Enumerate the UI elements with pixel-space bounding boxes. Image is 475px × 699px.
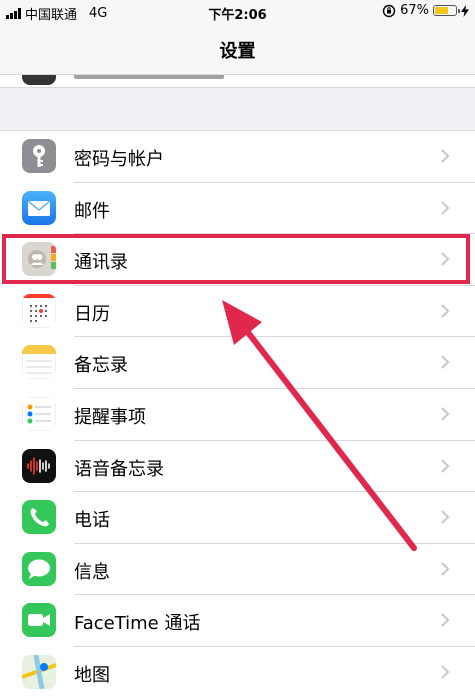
settings-row-label: 密码与帐户 (74, 149, 164, 170)
battery-icon (433, 5, 460, 16)
status-right: 67% (382, 3, 469, 18)
settings-row-contacts[interactable]: 通讯录 (0, 234, 475, 286)
partial-app-icon (22, 75, 56, 85)
facetime-icon (22, 603, 56, 638)
phone-icon (22, 500, 56, 535)
calendar-icon (22, 293, 56, 328)
settings-row-label: 备忘录 (74, 355, 128, 377)
settings-row-label: 提醒事项 (74, 406, 146, 428)
chevron-right-icon (441, 149, 450, 163)
settings-row-messages[interactable]: 信息 (0, 544, 475, 596)
settings-row-label: 地图 (74, 664, 110, 686)
chevron-right-icon (441, 304, 450, 318)
partial-row-label (74, 75, 224, 79)
settings-row-calendar[interactable]: 日历 (0, 286, 475, 338)
settings-row-notes[interactable]: 备忘录 (0, 337, 475, 389)
voice-memos-icon (22, 448, 56, 483)
settings-row-label: 语音备忘录 (74, 458, 164, 480)
chevron-right-icon (441, 665, 450, 679)
settings-row-label: FaceTime 通话 (74, 613, 201, 635)
chevron-right-icon (441, 562, 450, 576)
settings-list: 密码与帐户邮件通讯录日历备忘录提醒事项语音备忘录电话信息 FaceTime 通话地… (0, 130, 475, 699)
status-bar: 中国联通 4G 下午2:06 67% (0, 0, 475, 26)
settings-row-mail[interactable]: 邮件 (0, 183, 475, 235)
settings-row-key[interactable]: 密码与帐户 (0, 131, 475, 183)
chevron-right-icon (441, 252, 450, 266)
contacts-icon (22, 242, 56, 277)
settings-row-label: 邮件 (74, 200, 110, 222)
charging-icon (461, 4, 469, 17)
group-separator (0, 88, 475, 130)
settings-row-reminders[interactable]: 提醒事项 (0, 389, 475, 441)
settings-row-label: 信息 (74, 561, 110, 583)
messages-icon (22, 551, 56, 586)
settings-row-phone[interactable]: 电话 (0, 492, 475, 544)
partially-visible-row[interactable] (0, 75, 475, 88)
chevron-right-icon (441, 200, 450, 215)
settings-row-label: 日历 (74, 303, 110, 325)
mail-icon (22, 190, 56, 225)
settings-row-voice-memos[interactable]: 语音备忘录 (0, 441, 475, 493)
maps-icon (22, 654, 56, 689)
page-title: 设置 (219, 41, 256, 62)
chevron-right-icon (441, 613, 450, 628)
settings-row-facetime[interactable]: FaceTime 通话 (0, 595, 475, 647)
battery-percent: 67% (400, 3, 429, 18)
notes-icon (22, 345, 56, 380)
chevron-right-icon (441, 458, 450, 473)
settings-row-maps[interactable]: 地图 (0, 647, 475, 699)
battery-fill (435, 7, 449, 14)
reminders-icon (22, 396, 56, 431)
chevron-right-icon (441, 355, 450, 370)
key-icon (22, 139, 56, 173)
orientation-lock-icon (382, 4, 396, 17)
navigation-bar: 设置 (0, 26, 475, 75)
settings-row-label: 通讯录 (74, 252, 128, 274)
settings-row-label: 电话 (74, 510, 110, 532)
chevron-right-icon (441, 510, 450, 524)
chevron-right-icon (441, 407, 450, 421)
